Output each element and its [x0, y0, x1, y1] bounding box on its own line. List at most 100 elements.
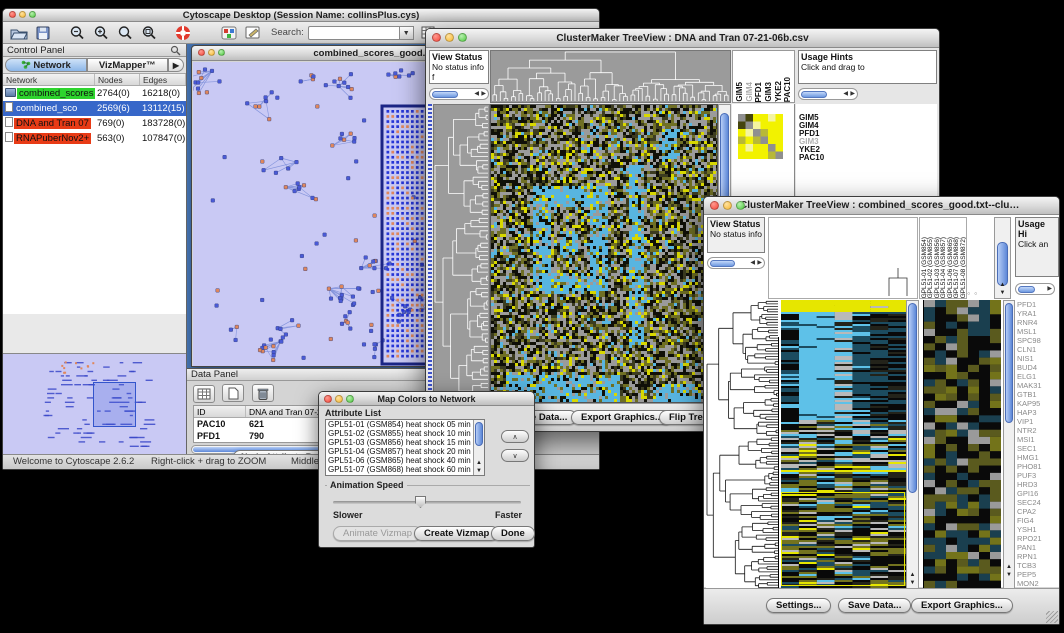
tv2-minimize-button[interactable] [723, 201, 732, 210]
annotation-button[interactable] [242, 24, 264, 42]
gene-label[interactable]: YRA1 [1017, 309, 1059, 318]
tv1-row-dendrogram[interactable] [433, 104, 490, 403]
gene-label[interactable]: TCB3 [1017, 561, 1059, 570]
tv2-top-vscroll-thumb[interactable] [997, 242, 1008, 286]
overview-viewport-rect[interactable] [93, 382, 136, 427]
tv1-vs-scroll-right-arrow[interactable]: ▶ [481, 89, 486, 100]
gene-label[interactable]: KAP95 [1017, 399, 1059, 408]
attribute-item[interactable]: GPL51-07 (GSM868) heat shock 60 min [326, 465, 484, 474]
attr-col-id[interactable]: ID [194, 406, 246, 417]
delete-attribute-button[interactable] [252, 384, 274, 402]
tv2-usage-scroll-right-arrow[interactable]: ▶ [1047, 284, 1052, 295]
tv2-zoom-heatmap[interactable] [923, 300, 1001, 589]
tv2-vs-scroll-left-arrow[interactable]: ◀ [750, 258, 755, 269]
gene-label[interactable]: MON2 [1017, 579, 1059, 588]
tv2-usage-scrollbar[interactable]: ▶ [1015, 283, 1055, 295]
gene-label[interactable]: MSL1 [1017, 327, 1059, 336]
treeview1-titlebar[interactable]: ClusterMaker TreeView : DNA and Tran 07-… [426, 29, 939, 48]
animation-speed-slider[interactable] [333, 501, 521, 504]
gene-label[interactable]: HMG1 [1017, 453, 1059, 462]
gene-label[interactable]: GTB1 [1017, 390, 1059, 399]
tv2-genelist-up-arrow[interactable]: ▲ [1004, 564, 1014, 571]
tv1-export-graphics-button[interactable]: Export Graphics... [571, 410, 673, 425]
child-minimize-button[interactable] [208, 49, 215, 56]
network-list-row[interactable]: combined_sco 2569(6) 13112(15) [3, 101, 186, 116]
create-vizmap-button[interactable]: Create Vizmap [414, 526, 499, 541]
tv1-vscroll-thumb[interactable] [720, 113, 729, 209]
tab-overflow-arrow[interactable]: ▶ [168, 58, 184, 72]
tv2-genelist-scrollbar[interactable]: ▲ ▼ [1003, 300, 1015, 589]
minimize-button[interactable] [19, 11, 26, 18]
network-overview-panel[interactable] [3, 353, 186, 456]
tv1-column-label[interactable]: GIM5 [735, 82, 745, 102]
dialog-minimize-button[interactable] [335, 395, 343, 403]
move-attribute-down-button[interactable]: ∨ [501, 449, 529, 462]
tv2-top-vscrollbar[interactable]: ▲ ▼ [994, 217, 1011, 299]
tv2-heatmap-vscrollbar[interactable]: ▲ ▼ [906, 300, 919, 589]
dialog-zoom-button[interactable] [346, 395, 354, 403]
gene-label[interactable]: CPA2 [1017, 507, 1059, 516]
search-dropdown-arrow[interactable]: ▼ [400, 26, 414, 40]
treeview2-titlebar[interactable]: ClusterMaker TreeView : combined_scores_… [704, 197, 1059, 215]
tv1-column-dendrogram[interactable] [490, 50, 731, 103]
tv2-top-vscroll-up[interactable]: ▲ [995, 282, 1010, 289]
gene-label[interactable]: RPO21 [1017, 534, 1059, 543]
tv1-correlation-thumbnail[interactable] [738, 114, 783, 159]
tv1-column-label[interactable]: GIM3 [764, 82, 774, 102]
tv1-row-label[interactable]: PAC10 [799, 154, 824, 162]
dialog-titlebar[interactable]: Map Colors to Network [319, 392, 534, 406]
panel-float-icon[interactable] [170, 45, 182, 56]
tv2-vscroll-up-arrow[interactable]: ▲ [907, 572, 918, 579]
attribute-item[interactable]: GPL51-01 (GSM854) heat shock 05 min [326, 420, 484, 429]
tv2-genelist-down-arrow[interactable]: ▼ [1004, 572, 1014, 579]
gene-label[interactable]: YSH1 [1017, 525, 1059, 534]
col-network[interactable]: Network [3, 74, 95, 85]
move-attribute-up-button[interactable]: ∧ [501, 430, 529, 443]
close-button[interactable] [9, 11, 16, 18]
tv1-column-label[interactable]: YKE2 [774, 81, 784, 102]
tv1-usage-scroll-left-arrow[interactable]: ◀ [843, 89, 848, 100]
attr-scroll-thumb[interactable] [475, 422, 483, 446]
gene-label[interactable]: NTR2 [1017, 426, 1059, 435]
slider-thumb[interactable] [415, 496, 426, 508]
col-edges[interactable]: Edges [140, 74, 186, 85]
attribute-item[interactable]: GPL51-03 (GSM856) heat shock 15 min [326, 438, 484, 447]
tv2-view-status-scrollbar[interactable]: ◀ ▶ [707, 257, 765, 269]
tv1-usage-scroll-right-arrow[interactable]: ▶ [850, 89, 855, 100]
tv2-resize-grip[interactable] [1046, 611, 1058, 623]
tv1-column-label[interactable]: PAC10 [783, 77, 793, 102]
dialog-close-button[interactable] [324, 395, 332, 403]
tv2-close-button[interactable] [710, 201, 719, 210]
tab-vizmapper[interactable]: VizMapper™ [87, 58, 169, 72]
tv2-usage-scroll-thumb[interactable] [1018, 286, 1035, 293]
help-button[interactable] [172, 24, 194, 42]
zoom-out-button[interactable] [66, 24, 88, 42]
tv2-heatmap[interactable] [781, 300, 906, 589]
search-input[interactable] [308, 26, 400, 40]
attribute-list-scrollbar[interactable]: ▲ ▼ [473, 420, 484, 475]
tv1-usage-scrollbar[interactable]: ◀ ▶ [798, 88, 858, 100]
col-nodes[interactable]: Nodes [95, 74, 140, 85]
tv2-column-label[interactable]: GPL51-02 (GSM855) [927, 237, 933, 298]
tv2-column-label[interactable]: GPL51-04 (GSM857) [940, 237, 946, 298]
tv1-minimize-button[interactable] [445, 33, 454, 42]
tv2-column-label[interactable]: GPL51-08 (GSM872) [960, 237, 966, 298]
zoom-window-button[interactable] [29, 11, 36, 18]
gene-label[interactable]: PFD1 [1017, 300, 1059, 309]
gene-label[interactable]: MAK31 [1017, 381, 1059, 390]
gene-label[interactable]: RNR4 [1017, 318, 1059, 327]
tv2-column-dendrogram[interactable] [768, 217, 918, 299]
gene-label[interactable]: VIP1 [1017, 417, 1059, 426]
tv1-vs-scroll-left-arrow[interactable]: ◀ [474, 89, 479, 100]
attribute-listbox[interactable]: GPL51-01 (GSM854) heat shock 05 min GPL51… [325, 419, 485, 476]
child-zoom-button[interactable] [218, 49, 225, 56]
gene-label[interactable]: ELG1 [1017, 372, 1059, 381]
new-attribute-button[interactable] [222, 384, 244, 402]
gene-label[interactable]: CLN1 [1017, 345, 1059, 354]
gene-label[interactable]: PHO81 [1017, 462, 1059, 471]
gene-label[interactable]: SEC24 [1017, 498, 1059, 507]
tv1-close-button[interactable] [432, 33, 441, 42]
tv1-column-label[interactable]: GIM4 [745, 82, 755, 102]
tv1-column-label[interactable]: PFD1 [754, 82, 764, 102]
gene-label[interactable]: PAN1 [1017, 543, 1059, 552]
